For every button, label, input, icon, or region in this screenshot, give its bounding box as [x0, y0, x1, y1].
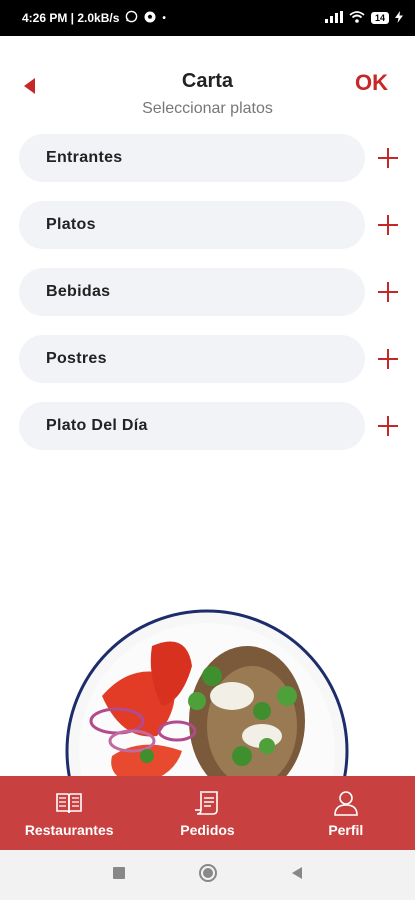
- home-icon[interactable]: [198, 863, 218, 888]
- soccer-ball-icon: [144, 11, 156, 26]
- page-title: Carta: [181, 70, 234, 92]
- user-icon: [334, 791, 358, 816]
- add-icon[interactable]: [376, 213, 400, 237]
- battery-icon: 14: [370, 12, 389, 24]
- category-item-bebidas[interactable]: Bebidas: [19, 268, 365, 316]
- charging-icon: [395, 10, 403, 26]
- nav-item-perfil[interactable]: Perfil: [277, 776, 415, 850]
- category-row: Entrantes: [0, 134, 415, 182]
- signal-icon: [324, 10, 343, 26]
- notification-dot-icon: •: [162, 12, 166, 24]
- nav-label: Pedidos: [180, 822, 235, 838]
- ok-button[interactable]: OK: [355, 70, 388, 96]
- nav-item-restaurantes[interactable]: Restaurantes: [0, 776, 138, 850]
- category-list: Entrantes Platos Bebidas Postres Plato D…: [0, 134, 415, 469]
- food-plate-image: [62, 606, 352, 786]
- nav-label: Restaurantes: [24, 822, 114, 838]
- page-subtitle: Seleccionar platos: [142, 100, 273, 117]
- status-bar: 4:26 PM | 2.0kB/s • 14: [0, 0, 415, 36]
- header: Carta Seleccionar platos OK: [0, 60, 415, 124]
- category-item-postres[interactable]: Postres: [19, 335, 365, 383]
- wifi-icon: [349, 10, 365, 26]
- category-item-platos[interactable]: Platos: [19, 201, 365, 249]
- category-row: Postres: [0, 335, 415, 383]
- category-row: Bebidas: [0, 268, 415, 316]
- add-icon[interactable]: [376, 280, 400, 304]
- add-icon[interactable]: [376, 146, 400, 170]
- back-nav-icon[interactable]: [290, 866, 304, 885]
- bottom-nav: Restaurantes Pedidos Perfil: [0, 776, 415, 850]
- whatsapp-icon: [125, 10, 138, 26]
- receipt-icon: [195, 791, 219, 815]
- system-nav-bar: [0, 850, 415, 900]
- category-item-plato-del-dia[interactable]: Plato Del Día: [19, 402, 365, 450]
- book-icon: [56, 793, 82, 814]
- category-row: Platos: [0, 201, 415, 249]
- recents-icon[interactable]: [112, 866, 126, 885]
- nav-label: Perfil: [328, 822, 364, 838]
- status-time: 4:26 PM | 2.0kB/s: [22, 11, 120, 25]
- category-row: Plato Del Día: [0, 402, 415, 450]
- add-icon[interactable]: [376, 347, 400, 371]
- category-item-entrantes[interactable]: Entrantes: [19, 134, 365, 182]
- nav-item-pedidos[interactable]: Pedidos: [138, 776, 276, 850]
- add-icon[interactable]: [376, 414, 400, 438]
